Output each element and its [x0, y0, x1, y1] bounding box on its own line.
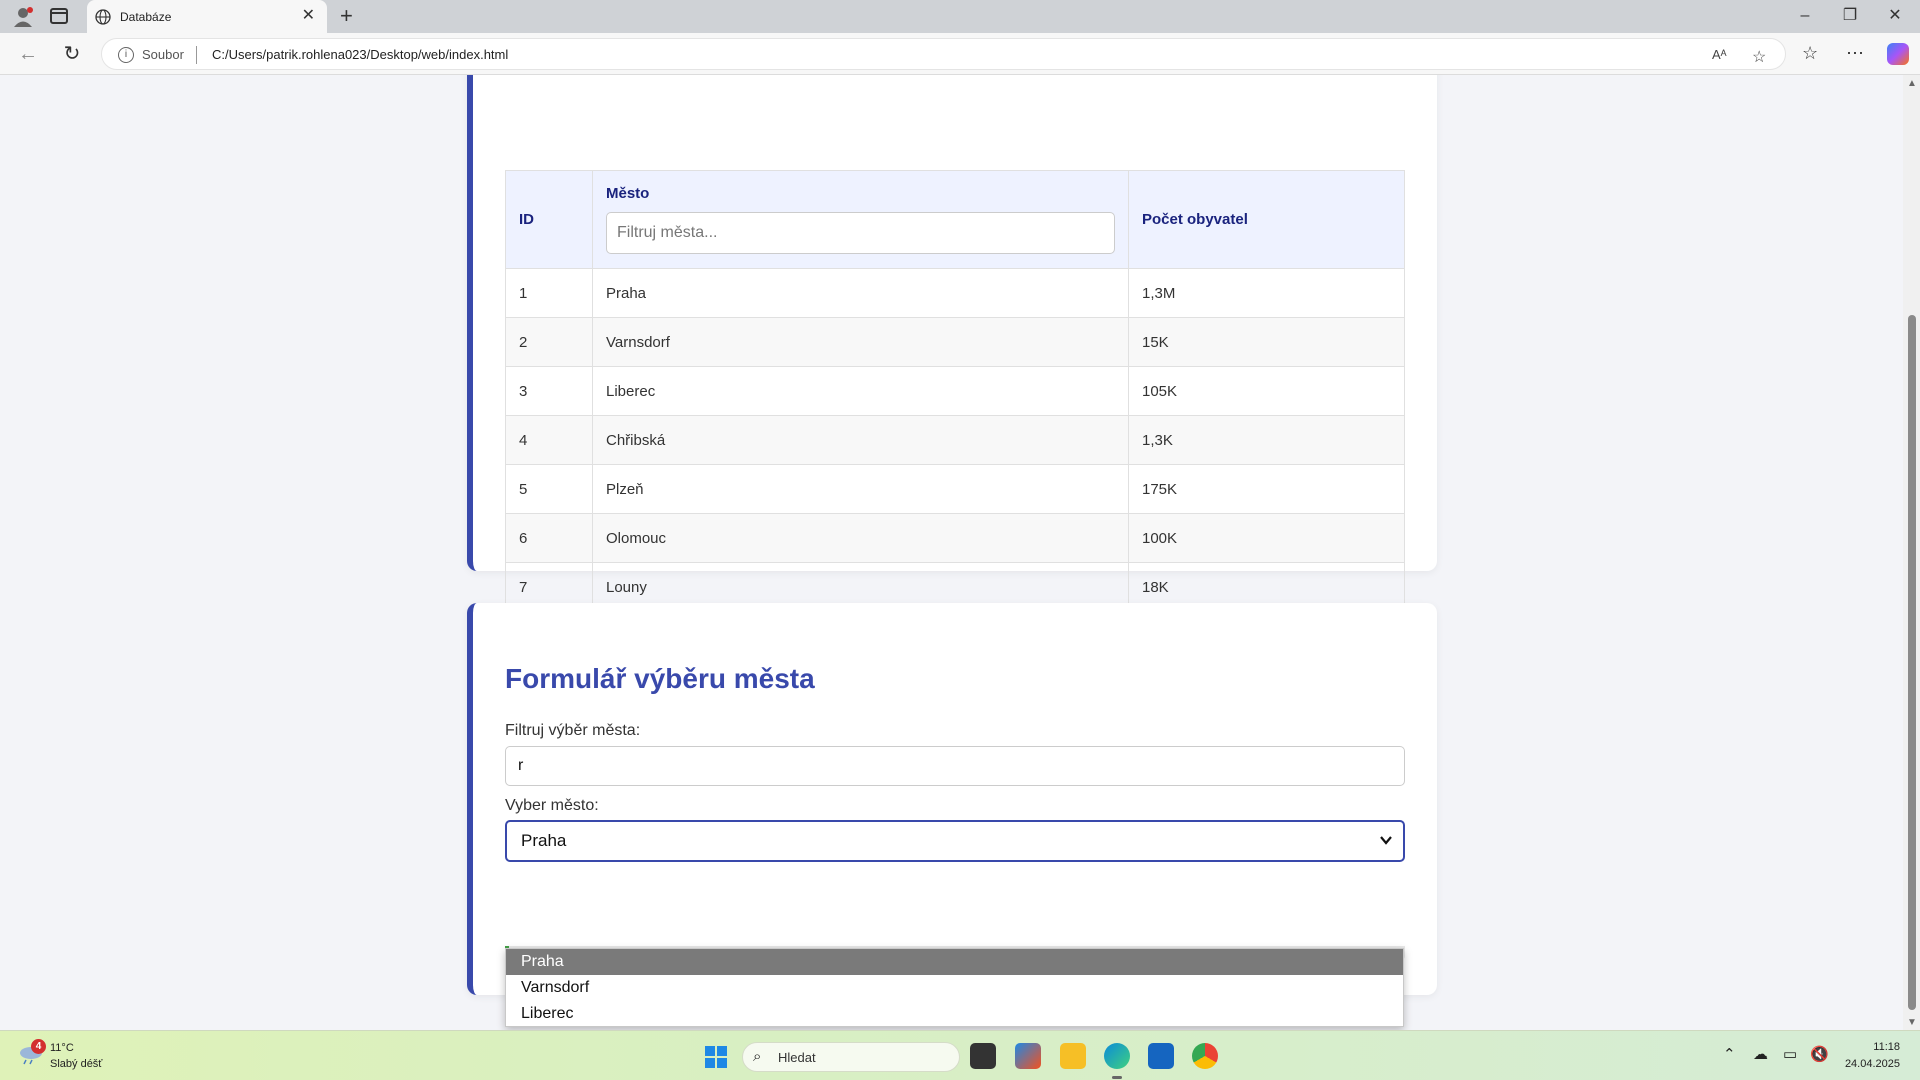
select-option[interactable]: Varnsdorf [506, 975, 1403, 1001]
favorites-icon[interactable]: ☆ [1802, 42, 1818, 64]
table-row: 2 Varnsdorf 15K [505, 317, 1405, 367]
city-select-dropdown: Praha Varnsdorf Liberec [505, 948, 1404, 1027]
tab-title: Databáze [120, 10, 172, 24]
chrome-browser-icon[interactable] [1192, 1043, 1218, 1069]
city-filter-input[interactable] [606, 212, 1115, 254]
table-row: 6 Olomouc 100K [505, 513, 1405, 563]
show-hidden-icons-icon[interactable]: ⌃ [1723, 1045, 1736, 1063]
weather-description[interactable]: Slabý déšť [50, 1058, 102, 1070]
network-icon[interactable]: ▭ [1783, 1045, 1797, 1063]
browser-tab-bar: Databáze ✕ + – ❐ ✕ [0, 0, 1920, 34]
cell-city: Olomouc [592, 513, 1129, 563]
file-explorer-icon[interactable] [1060, 1043, 1086, 1069]
copilot-icon[interactable] [1887, 43, 1909, 65]
address-url[interactable]: C:/Users/patrik.rohlena023/Desktop/web/i… [212, 47, 508, 62]
reload-icon[interactable]: ↻ [60, 42, 84, 66]
scroll-down-icon[interactable]: ▼ [1907, 1017, 1917, 1028]
address-bar[interactable]: i Soubor C:/Users/patrik.rohlena023/Desk… [101, 38, 1786, 70]
header-city: Město [592, 170, 1129, 269]
cell-id: 3 [505, 366, 593, 416]
city-form-card: Formulář výběru města Filtruj výběr měst… [467, 603, 1437, 995]
taskbar-search[interactable]: ⌕ Hledat [742, 1042, 960, 1072]
search-icon: ⌕ [753, 1048, 762, 1065]
minimize-icon[interactable]: – [1790, 6, 1820, 26]
header-population: Počet obyvatel [1128, 170, 1405, 269]
table-row: 3 Liberec 105K [505, 366, 1405, 416]
cell-city: Chřibská [592, 415, 1129, 465]
header-id: ID [505, 170, 593, 269]
clock-date[interactable]: 24.04.2025 [1836, 1058, 1900, 1070]
onedrive-icon[interactable]: ☁ [1753, 1045, 1768, 1063]
tab-actions-icon[interactable] [50, 8, 68, 24]
browser-tab[interactable]: Databáze ✕ [87, 0, 327, 34]
browser-toolbar: ← ↻ i Soubor C:/Users/patrik.rohlena023/… [0, 33, 1920, 75]
cell-population: 15K [1128, 317, 1405, 367]
select-label: Vyber město: [505, 797, 599, 814]
cell-city: Plzeň [592, 464, 1129, 514]
city-table-card: ID Město Počet obyvatel 1 Praha 1,3M 2 V… [467, 75, 1437, 612]
select-option[interactable]: Liberec [506, 1001, 1403, 1027]
table-row: 5 Plzeň 175K [505, 464, 1405, 514]
info-icon[interactable]: i [118, 47, 134, 63]
msn-icon[interactable] [1015, 1043, 1041, 1069]
cell-city: Praha [592, 268, 1129, 318]
cell-id: 5 [505, 464, 593, 514]
restore-icon[interactable]: ❐ [1835, 6, 1865, 26]
edge-browser-icon[interactable] [1104, 1043, 1130, 1069]
city-filter-field[interactable]: r [505, 746, 1405, 786]
address-separator [196, 46, 197, 64]
back-icon[interactable]: ← [16, 42, 40, 66]
cell-population: 100K [1128, 513, 1405, 563]
cell-population: 175K [1128, 464, 1405, 514]
profile-icon[interactable] [12, 6, 34, 28]
form-title: Formulář výběru města [505, 663, 815, 694]
taskbar-search-placeholder: Hledat [778, 1050, 816, 1065]
microsoft-store-icon[interactable] [1148, 1043, 1174, 1069]
clock-time[interactable]: 11:18 [1860, 1041, 1900, 1053]
favorite-star-icon[interactable]: ☆ [1752, 47, 1766, 67]
scrollbar-thumb[interactable] [1908, 315, 1916, 1010]
read-aloud-icon[interactable]: Aᴬ [1712, 47, 1727, 62]
task-view-icon[interactable] [970, 1043, 996, 1069]
more-menu-icon[interactable]: ⋯ [1846, 42, 1864, 64]
select-option[interactable]: Praha [506, 949, 1403, 975]
scroll-up-icon[interactable]: ▲ [1907, 78, 1917, 89]
city-table: ID Město Počet obyvatel 1 Praha 1,3M 2 V… [505, 170, 1405, 612]
windows-taskbar: 4 11°C Slabý déšť ⌕ Hledat ⌃ ☁ ▭ 🔇 11:18… [0, 1030, 1920, 1080]
address-scheme: Soubor [142, 47, 184, 62]
cell-city: Liberec [592, 366, 1129, 416]
globe-icon [95, 9, 111, 25]
city-select-value: Praha [521, 831, 567, 850]
cell-id: 1 [505, 268, 593, 318]
windows-start-icon[interactable] [704, 1045, 728, 1069]
volume-muted-icon[interactable]: 🔇 [1810, 1045, 1829, 1063]
table-row: 1 Praha 1,3M [505, 268, 1405, 318]
filter-label: Filtruj výběr města: [505, 722, 641, 739]
weather-temperature[interactable]: 11°C [50, 1042, 74, 1054]
close-tab-icon[interactable]: ✕ [302, 8, 315, 24]
page-scrollbar[interactable]: ▲ ▼ [1903, 75, 1920, 1030]
table-row: 4 Chřibská 1,3K [505, 415, 1405, 465]
cell-city: Varnsdorf [592, 317, 1129, 367]
weather-badge: 4 [31, 1039, 46, 1054]
chevron-down-icon [1380, 836, 1392, 845]
cell-id: 4 [505, 415, 593, 465]
cell-population: 1,3K [1128, 415, 1405, 465]
cell-population: 1,3M [1128, 268, 1405, 318]
active-app-indicator [1112, 1076, 1122, 1079]
page-viewport: ID Město Počet obyvatel 1 Praha 1,3M 2 V… [0, 75, 1903, 1030]
cell-id: 2 [505, 317, 593, 367]
city-filter-value: r [518, 757, 524, 774]
header-city-label: Město [606, 185, 650, 202]
close-window-icon[interactable]: ✕ [1880, 6, 1910, 26]
table-header-row: ID Město Počet obyvatel [505, 170, 1405, 269]
cell-id: 6 [505, 513, 593, 563]
new-tab-button[interactable]: + [340, 4, 353, 28]
city-select[interactable]: Praha [505, 820, 1405, 862]
cell-population: 105K [1128, 366, 1405, 416]
